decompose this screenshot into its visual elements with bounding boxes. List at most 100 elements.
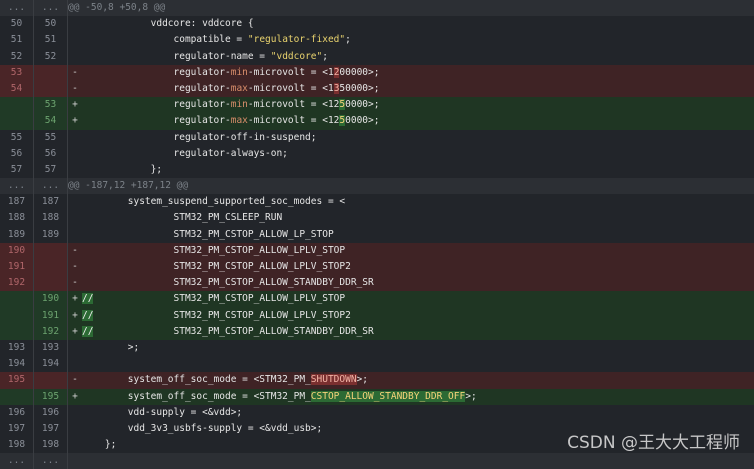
line-code: regulator-max-microvolt = <1250000>; [82,113,754,130]
line-code: regulator-min-microvolt = <1200000>; [82,64,754,81]
line-code: STM32_PM_CSTOP_ALLOW_LPLV_STOP [82,242,754,259]
line-new [34,80,68,98]
line-code: regulator-off-in-suspend; [82,129,754,146]
line-sign: - [68,372,82,389]
line-new: 193 [34,339,68,357]
line-sign: - [68,259,82,276]
line-new: 55 [34,129,68,146]
line-new: 198 [34,437,68,454]
deleted-line: 192 - STM32_PM_CSTOP_ALLOW_STANDBY_DDR_S… [0,275,754,292]
line-new: 56 [34,145,68,162]
line-new: 187 [34,194,68,211]
line-old: 55 [0,129,34,146]
line-code: STM32_PM_CSTOP_ALLOW_LP_STOP [82,226,754,243]
line-new: ... [34,453,68,469]
added-line: 190 + // STM32_PM_CSTOP_ALLOW_LPLV_STOP [0,291,754,308]
line-old: ... [0,178,34,195]
line-new: 53 [34,97,68,114]
line-sign: - [68,242,82,259]
line-new [34,259,68,276]
line-sign: - [68,275,82,292]
line-sign [68,161,82,179]
deleted-line: 191 - STM32_PM_CSTOP_ALLOW_LPLV_STOP2 [0,259,754,276]
line-sign: - [68,64,82,81]
hunk-label [68,453,754,469]
line-old: 194 [0,356,34,373]
line-new: 189 [34,226,68,243]
line-sign [68,194,82,211]
line-old: 197 [0,420,34,438]
line-code: }; [82,161,754,179]
line-code: // STM32_PM_CSTOP_ALLOW_STANDBY_DDR_SR [82,323,754,340]
line-sign [68,339,82,357]
line-new: 51 [34,32,68,49]
line-new [34,275,68,292]
line-new: 188 [34,210,68,227]
line-old: 56 [0,145,34,162]
line-new: 194 [34,356,68,373]
line-old: 195 [0,372,34,389]
added-line: 195 + system_off_soc_mode = <STM32_PM_CS… [0,388,754,405]
watermark: CSDN @王大大工程师 [567,433,740,453]
hunk-header[interactable]: ... ... @@ -50,8 +50,8 @@ [0,0,754,17]
line-old [0,113,34,130]
line-new: ... [34,178,68,195]
line-new [34,64,68,81]
line-code [82,356,754,373]
line-old: 187 [0,194,34,211]
diff-line: 51 51 compatible = "regulator-fixed"; [0,32,754,49]
diff-line: 194 194 [0,356,754,373]
line-new: 50 [34,16,68,33]
deleted-line: 53 - regulator-min-microvolt = <1200000>… [0,64,754,81]
line-old [0,97,34,114]
line-sign [68,437,82,454]
hunk-header[interactable]: ... ... @@ -187,12 +187,12 @@ [0,178,754,195]
line-code: STM32_PM_CSTOP_ALLOW_STANDBY_DDR_SR [82,275,754,292]
line-old [0,291,34,308]
hunk-expander[interactable]: ... ... [0,453,754,469]
line-old: 52 [0,48,34,65]
line-new: 192 [34,323,68,340]
line-new: 196 [34,404,68,421]
line-new: 54 [34,113,68,130]
line-code: regulator-max-microvolt = <1350000>; [82,80,754,98]
line-code: // STM32_PM_CSTOP_ALLOW_LPLV_STOP [82,291,754,308]
diff-line: 50 50 vddcore: vddcore { [0,16,754,33]
line-sign: + [68,291,82,308]
line-code: vdd-supply = <&vdd>; [82,404,754,421]
line-old: 196 [0,404,34,421]
line-new: 190 [34,291,68,308]
line-code: compatible = "regulator-fixed"; [82,32,754,49]
diff-line: 57 57 }; [0,161,754,179]
line-old [0,323,34,340]
hunk-label: @@ -50,8 +50,8 @@ [68,0,754,17]
diff-line: 187 187 system_suspend_supported_soc_mod… [0,194,754,211]
line-old: 53 [0,64,34,81]
line-new: 52 [34,48,68,65]
line-sign [68,145,82,162]
line-new: 195 [34,388,68,405]
line-sign: + [68,323,82,340]
line-code: regulator-min-microvolt = <1250000>; [82,97,754,114]
line-sign: - [68,80,82,98]
deleted-line: 190 - STM32_PM_CSTOP_ALLOW_LPLV_STOP [0,242,754,259]
line-old: 57 [0,161,34,179]
line-code: regulator-always-on; [82,145,754,162]
added-line: 54 + regulator-max-microvolt = <1250000>… [0,113,754,130]
line-old: ... [0,0,34,17]
line-old: 190 [0,242,34,259]
diff-line: 52 52 regulator-name = "vddcore"; [0,48,754,65]
line-code: // STM32_PM_CSTOP_ALLOW_LPLV_STOP2 [82,307,754,324]
added-line: 192 + // STM32_PM_CSTOP_ALLOW_STANDBY_DD… [0,323,754,340]
line-old: 191 [0,259,34,276]
line-sign: + [68,388,82,405]
line-sign [68,48,82,65]
diff-line: 189 189 STM32_PM_CSTOP_ALLOW_LP_STOP [0,226,754,243]
line-old: 54 [0,80,34,98]
line-old: 188 [0,210,34,227]
added-line: 53 + regulator-min-microvolt = <1250000>… [0,97,754,114]
line-code: STM32_PM_CSTOP_ALLOW_LPLV_STOP2 [82,259,754,276]
line-old: 192 [0,275,34,292]
line-code: >; [82,339,754,357]
line-new: ... [34,0,68,17]
